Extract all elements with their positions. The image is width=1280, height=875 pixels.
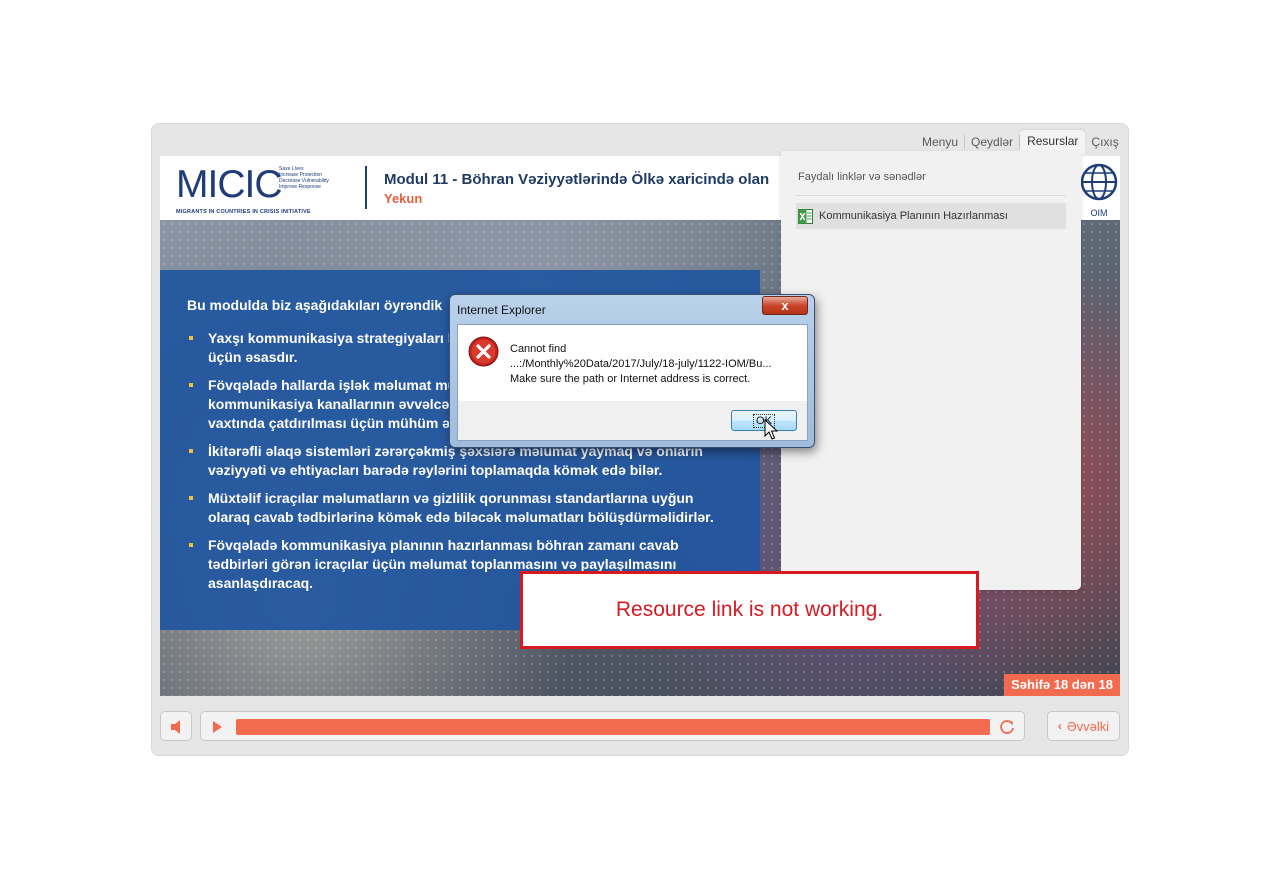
previous-button[interactable]: ‹ Əvvəlki xyxy=(1047,711,1120,741)
page-counter: Səhifə 18 dən 18 xyxy=(1004,674,1120,696)
svg-text:OIM: OIM xyxy=(1091,208,1108,218)
top-nav: Menyu Qeydlər Resurslar Çıxış xyxy=(916,129,1125,155)
header-divider xyxy=(365,166,367,209)
error-icon xyxy=(468,336,499,367)
tab-notes[interactable]: Qeydlər xyxy=(965,131,1019,153)
close-button[interactable]: x xyxy=(762,296,808,315)
excel-icon xyxy=(798,208,813,224)
error-dialog: Internet Explorer x Cannot find ...:/Mon… xyxy=(449,294,815,448)
dialog-body: Cannot find ...:/Monthly%20Data/2017/Jul… xyxy=(457,324,808,441)
micic-logo: MICIC Save Lives Increase Protection Dec… xyxy=(176,163,346,216)
logo-tagline: Save Lives Increase Protection Decrease … xyxy=(279,166,329,190)
list-item: Müxtəlif icraçılar məlumatların və gizli… xyxy=(187,489,717,527)
volume-button[interactable] xyxy=(160,711,192,741)
logo-subtitle: MIGRANTS IN COUNTRIES IN CRISIS INITIATI… xyxy=(176,209,311,215)
annotation-text: Resource link is not working. xyxy=(615,598,884,621)
dialog-title: Internet Explorer xyxy=(457,303,546,317)
content-intro: Bu modulda biz aşağıdakıları öyrəndik xyxy=(187,297,443,313)
resource-label: Kommunikasiya Planının Hazırlanması xyxy=(819,210,1008,222)
module-title: Modul 11 - Böhran Vəziyyətlərində Ölkə x… xyxy=(384,171,770,188)
resource-link[interactable]: Kommunikasiya Planının Hazırlanması xyxy=(796,203,1066,229)
resources-heading: Faydalı linklər və sənədlər xyxy=(798,171,926,183)
resources-panel: Faydalı linklər və sənədlər Kommunikasiy… xyxy=(781,151,1081,590)
speaker-icon xyxy=(171,720,180,734)
replay-icon[interactable] xyxy=(998,718,1016,736)
tab-exit[interactable]: Çıxış xyxy=(1085,131,1124,153)
iom-logo-icon: OIM xyxy=(1080,163,1118,218)
module-subtitle: Yekun xyxy=(384,191,423,206)
playback-bar xyxy=(200,711,1025,741)
logo-text: MICIC xyxy=(176,163,282,206)
divider xyxy=(796,195,1066,196)
mouse-cursor-icon xyxy=(764,419,778,440)
annotation-box: Resource link is not working. xyxy=(520,571,979,649)
progress-bar[interactable] xyxy=(236,719,990,735)
dialog-content: Cannot find ...:/Monthly%20Data/2017/Jul… xyxy=(458,325,807,401)
tab-menu[interactable]: Menyu xyxy=(916,131,964,153)
play-icon[interactable] xyxy=(209,719,225,735)
dialog-message: Cannot find ...:/Monthly%20Data/2017/Jul… xyxy=(510,343,772,385)
chevron-left-icon: ‹ xyxy=(1057,719,1062,733)
previous-label: Əvvəlki xyxy=(1066,718,1110,734)
